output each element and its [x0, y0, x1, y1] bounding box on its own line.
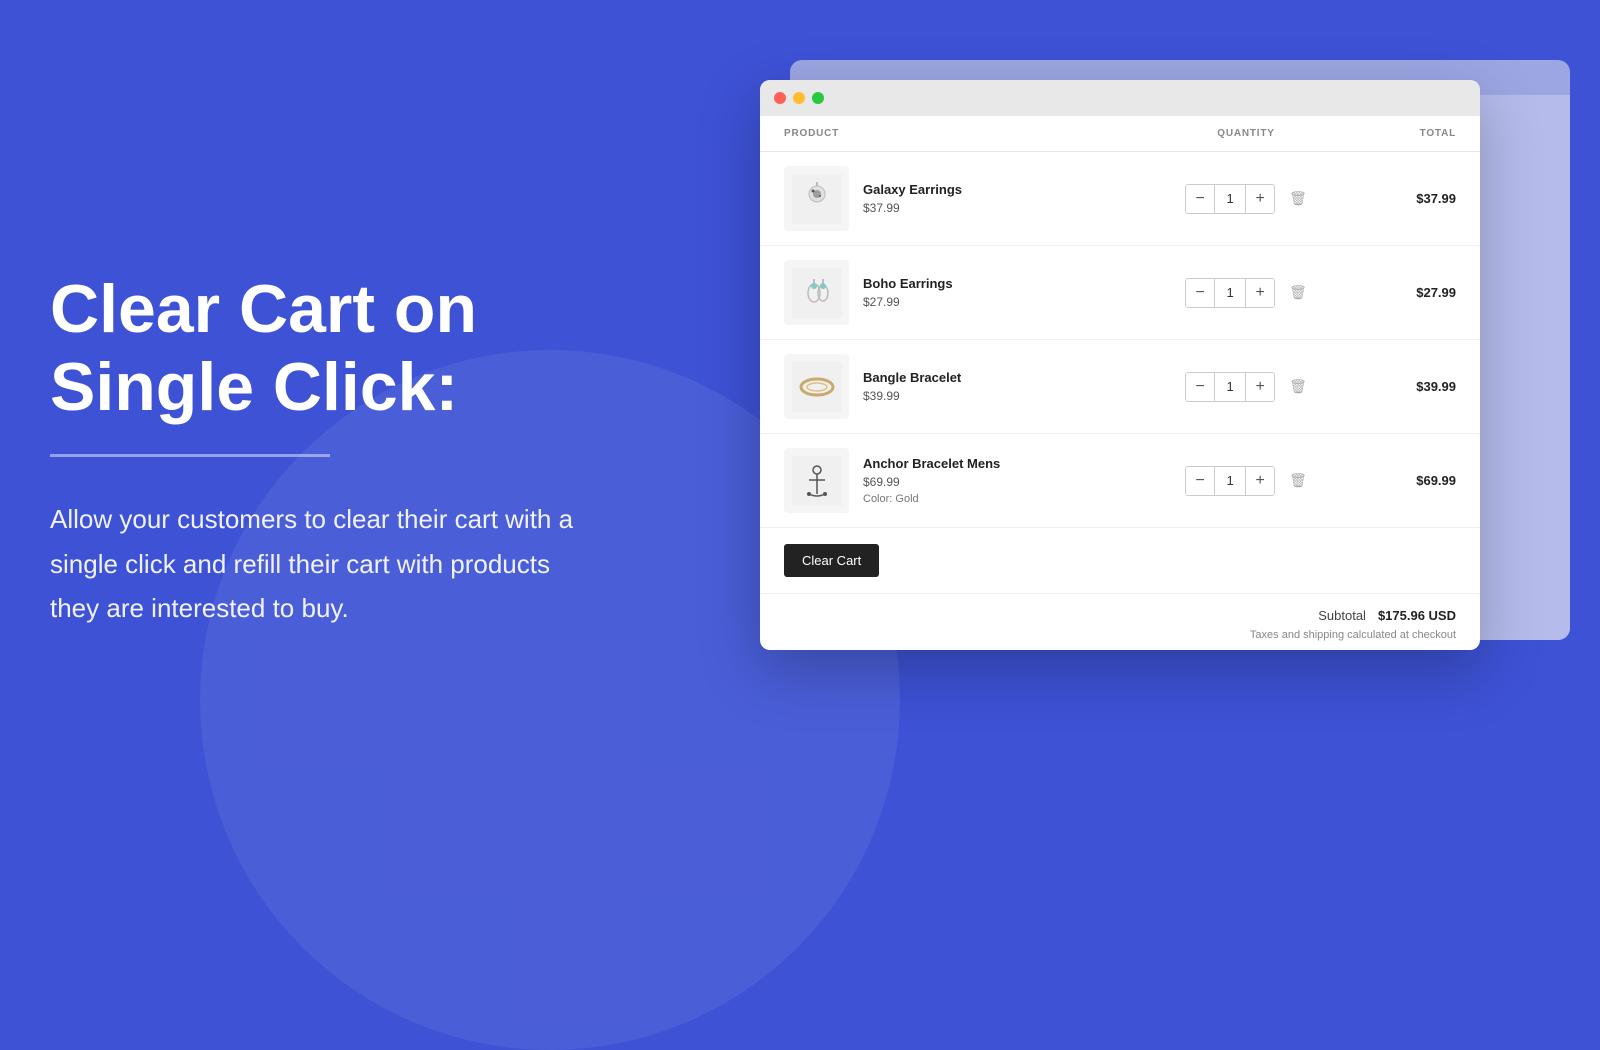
- tax-note: Taxes and shipping calculated at checkou…: [784, 629, 1456, 641]
- product-cell: Galaxy Earrings $37.99: [784, 166, 1156, 231]
- qty-increase-button[interactable]: +: [1246, 373, 1274, 401]
- cart-item: Galaxy Earrings $37.99 − 1 + 🗑 $37.99: [760, 152, 1480, 246]
- qty-value: 1: [1214, 279, 1246, 307]
- item-total: $39.99: [1336, 379, 1456, 394]
- cart-item: Anchor Bracelet Mens $69.99 Color: Gold …: [760, 434, 1480, 528]
- qty-increase-button[interactable]: +: [1246, 185, 1274, 213]
- quantity-control: − 1 +: [1185, 184, 1275, 214]
- qty-decrease-button[interactable]: −: [1186, 185, 1214, 213]
- item-total: $27.99: [1336, 285, 1456, 300]
- header-total: TOTAL: [1336, 128, 1456, 139]
- delete-item-button[interactable]: 🗑: [1289, 190, 1307, 207]
- product-name: Anchor Bracelet Mens: [863, 456, 1000, 471]
- browser-content: PRODUCT QUANTITY TOTAL: [760, 116, 1480, 650]
- description-text: Allow your customers to clear their cart…: [50, 497, 600, 630]
- header-quantity: QUANTITY: [1156, 128, 1336, 139]
- product-price: $69.99: [863, 475, 1000, 489]
- product-name: Bangle Bracelet: [863, 370, 961, 385]
- product-info: Galaxy Earrings $37.99: [863, 182, 962, 215]
- product-cell: Boho Earrings $27.99: [784, 260, 1156, 325]
- quantity-cell: − 1 + 🗑: [1156, 184, 1336, 214]
- quantity-cell: − 1 + 🗑: [1156, 372, 1336, 402]
- quantity-control: − 1 +: [1185, 372, 1275, 402]
- title-line1: Clear Cart on: [50, 271, 477, 347]
- cart-item: Boho Earrings $27.99 − 1 + 🗑 $27.99: [760, 246, 1480, 340]
- browser-titlebar: [760, 80, 1480, 116]
- qty-increase-button[interactable]: +: [1246, 279, 1274, 307]
- qty-decrease-button[interactable]: −: [1186, 279, 1214, 307]
- delete-item-button[interactable]: 🗑: [1289, 284, 1307, 301]
- anchor-bracelet-image: [792, 456, 842, 506]
- quantity-cell: − 1 + 🗑: [1156, 466, 1336, 496]
- boho-earring-image: [792, 268, 842, 318]
- product-cell: Bangle Bracelet $39.99: [784, 354, 1156, 419]
- item-total: $69.99: [1336, 473, 1456, 488]
- product-thumbnail: [784, 166, 849, 231]
- product-info: Boho Earrings $27.99: [863, 276, 953, 309]
- product-name: Galaxy Earrings: [863, 182, 962, 197]
- subtotal-value: $175.96 USD: [1378, 608, 1456, 623]
- subtotal-label: Subtotal: [1318, 608, 1366, 623]
- close-dot: [774, 92, 786, 104]
- qty-value: 1: [1214, 467, 1246, 495]
- quantity-control: − 1 +: [1185, 278, 1275, 308]
- qty-decrease-button[interactable]: −: [1186, 467, 1214, 495]
- product-thumbnail: [784, 354, 849, 419]
- cart-item: Bangle Bracelet $39.99 − 1 + 🗑 $39.99: [760, 340, 1480, 434]
- title-divider: [50, 454, 330, 457]
- product-thumbnail: [784, 448, 849, 513]
- clear-cart-button[interactable]: Clear Cart: [784, 544, 879, 577]
- main-title: Clear Cart on Single Click:: [50, 270, 600, 426]
- product-info: Anchor Bracelet Mens $69.99 Color: Gold: [863, 456, 1000, 505]
- product-price: $39.99: [863, 389, 961, 403]
- qty-decrease-button[interactable]: −: [1186, 373, 1214, 401]
- product-name: Boho Earrings: [863, 276, 953, 291]
- minimize-dot: [793, 92, 805, 104]
- header-product: PRODUCT: [784, 128, 1156, 139]
- quantity-control: − 1 +: [1185, 466, 1275, 496]
- delete-item-button[interactable]: 🗑: [1289, 472, 1307, 489]
- delete-item-button[interactable]: 🗑: [1289, 378, 1307, 395]
- maximize-dot: [812, 92, 824, 104]
- product-thumbnail: [784, 260, 849, 325]
- left-panel: Clear Cart on Single Click: Allow your c…: [50, 0, 610, 900]
- bangle-bracelet-image: [792, 362, 842, 412]
- product-variant: Color: Gold: [863, 493, 1000, 505]
- product-info: Bangle Bracelet $39.99: [863, 370, 961, 403]
- item-total: $37.99: [1336, 191, 1456, 206]
- galaxy-earring-image: [792, 174, 842, 224]
- cart-footer: Clear Cart: [760, 528, 1480, 593]
- cart-summary: Subtotal $175.96 USD Taxes and shipping …: [760, 593, 1480, 650]
- qty-value: 1: [1214, 185, 1246, 213]
- product-price: $37.99: [863, 201, 962, 215]
- cart-header: PRODUCT QUANTITY TOTAL: [760, 116, 1480, 152]
- qty-value: 1: [1214, 373, 1246, 401]
- subtotal-row: Subtotal $175.96 USD: [784, 608, 1456, 623]
- title-line2: Single Click:: [50, 349, 458, 425]
- product-price: $27.99: [863, 295, 953, 309]
- product-cell: Anchor Bracelet Mens $69.99 Color: Gold: [784, 448, 1156, 513]
- right-panel: PRODUCT QUANTITY TOTAL: [760, 80, 1540, 650]
- qty-increase-button[interactable]: +: [1246, 467, 1274, 495]
- browser-window: PRODUCT QUANTITY TOTAL: [760, 80, 1480, 650]
- quantity-cell: − 1 + 🗑: [1156, 278, 1336, 308]
